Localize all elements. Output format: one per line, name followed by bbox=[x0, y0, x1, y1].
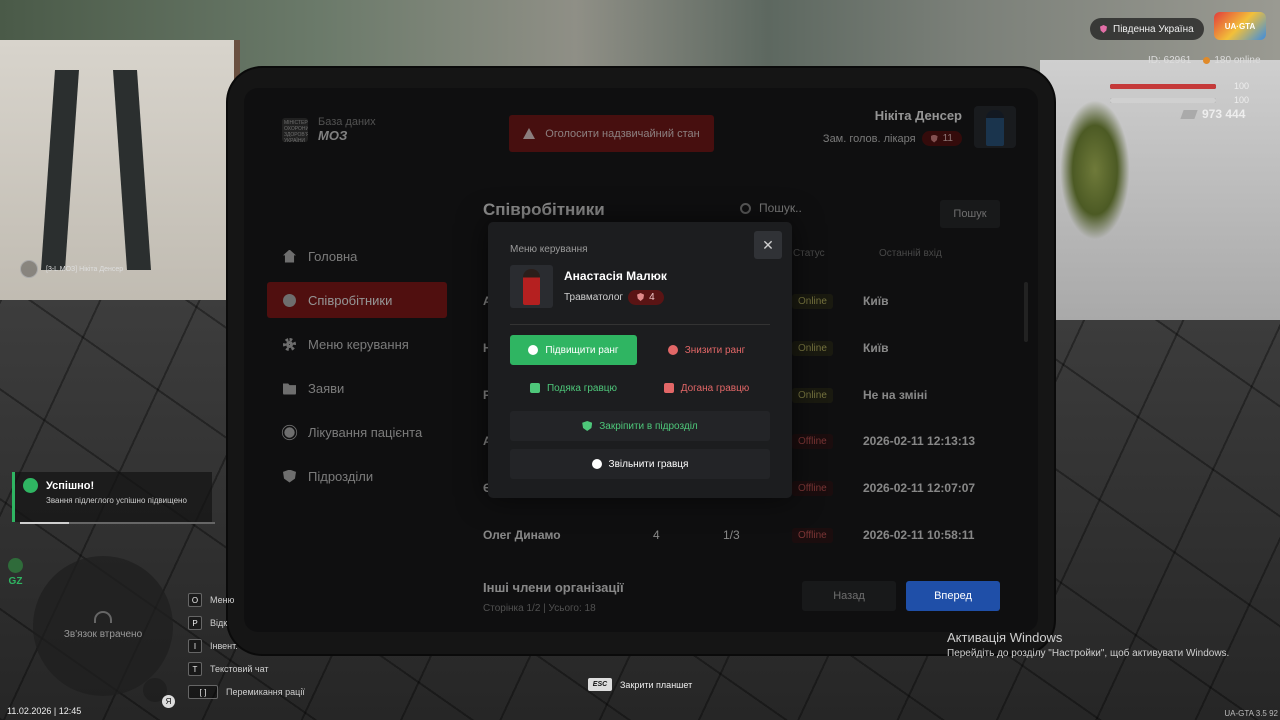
server-badge: Південна Україна bbox=[1090, 18, 1204, 40]
key-cap: P bbox=[188, 615, 202, 630]
thumbs-up-icon bbox=[529, 383, 540, 393]
key-cap: O bbox=[188, 592, 202, 607]
modal-title: Меню керування bbox=[510, 244, 588, 255]
employee-role-line: Травматолог 4 bbox=[564, 289, 667, 305]
no-signal-icon bbox=[94, 611, 112, 623]
health-bar bbox=[1110, 84, 1216, 89]
gz-indicator: GZ bbox=[8, 558, 23, 587]
key-label: Перемикання рації bbox=[226, 686, 305, 697]
promote-label: Підвищити ранг bbox=[545, 344, 619, 356]
notification: Успішно! Звання підлеглого успішно підви… bbox=[12, 472, 215, 524]
employee-rank: 4 bbox=[649, 291, 655, 303]
gz-icon bbox=[8, 558, 23, 573]
key-cap: [ ] bbox=[188, 684, 218, 699]
arrow-down-icon bbox=[667, 345, 678, 355]
online-count: 180 online bbox=[1203, 55, 1260, 66]
demote-button[interactable]: Знизити ранг bbox=[643, 335, 770, 365]
armor-bar bbox=[1110, 98, 1216, 103]
activation-text: Перейдіть до розділу "Настройки", щоб ак… bbox=[947, 648, 1230, 659]
date-time: 11.02.2026 | 12:45 bbox=[7, 706, 82, 716]
employee-avatar bbox=[510, 265, 553, 308]
check-icon bbox=[23, 478, 38, 493]
employee-card: Анастасія Малюк Травматолог 4 bbox=[510, 265, 770, 308]
employee-rank-badge: 4 bbox=[628, 289, 664, 305]
close-button[interactable]: ✕ bbox=[754, 231, 782, 259]
key-label: Текстовий чат bbox=[210, 663, 269, 674]
version-label: UA-GTA 3.5 92 bbox=[1224, 709, 1278, 718]
microphone-icon: Я bbox=[143, 678, 175, 708]
management-modal: Меню керування ✕ Анастасія Малюк Травмат… bbox=[488, 222, 792, 498]
player-tag-text: [3-L МОЗ] Нікіта Денсер bbox=[46, 265, 124, 273]
server-name: Південна Україна bbox=[1113, 23, 1194, 35]
demote-label: Знизити ранг bbox=[684, 344, 746, 356]
background-door bbox=[0, 40, 240, 340]
radar: Зв'язок втрачено bbox=[33, 556, 173, 696]
notification-progress bbox=[20, 522, 215, 524]
thanks-label: Подяка гравцю bbox=[546, 382, 618, 394]
player-nametag: [3-L МОЗ] Нікіта Денсер bbox=[20, 260, 123, 278]
arrow-up-icon bbox=[528, 345, 539, 355]
key-label: Відк bbox=[210, 617, 228, 628]
key-cap: I bbox=[188, 638, 202, 653]
armor-fill bbox=[1110, 98, 1216, 103]
health-value: 100 bbox=[1234, 81, 1250, 91]
keybind-row: [ ] Перемикання рації bbox=[188, 680, 305, 703]
armor-value: 100 bbox=[1234, 95, 1250, 105]
key-label: Інвент. bbox=[210, 640, 238, 651]
rebuke-label: Догана гравцю bbox=[680, 382, 750, 394]
keybind-row: I Інвент. bbox=[188, 634, 305, 657]
money: 973 444 bbox=[1182, 107, 1245, 121]
game-logo: UA·GTA bbox=[1214, 12, 1266, 40]
shield-icon bbox=[637, 293, 645, 301]
activation-title: Активація Windows bbox=[947, 630, 1063, 645]
key-label: Меню bbox=[210, 594, 235, 605]
notification-text: Звання підлеглого успішно підвищено bbox=[46, 496, 187, 505]
promote-button[interactable]: Підвищити ранг bbox=[510, 335, 637, 365]
health-fill bbox=[1110, 84, 1216, 89]
esc-label: Закрити планшет bbox=[620, 679, 693, 690]
radar-text: Зв'язок втрачено bbox=[63, 629, 143, 640]
windows-activation: Активація Windows Перейдіть до розділу "… bbox=[947, 630, 1229, 659]
fire-label: Звільнити гравця bbox=[608, 458, 689, 470]
notification-progress-fill bbox=[20, 522, 69, 524]
fire-button[interactable]: Звільнити гравця bbox=[510, 449, 770, 479]
esc-key: ESC bbox=[588, 678, 612, 691]
player-id: ID: 62961 bbox=[1148, 55, 1192, 66]
next-button[interactable]: Вперед bbox=[906, 581, 1000, 611]
close-icon: ✕ bbox=[762, 236, 774, 253]
assign-division-button[interactable]: Закріпити в підрозділ bbox=[510, 411, 770, 441]
thumbs-down-icon bbox=[663, 383, 674, 393]
assign-label: Закріпити в підрозділ bbox=[599, 420, 698, 432]
player-info: ID: 62961 180 online bbox=[1148, 55, 1261, 66]
mic-key-badge: Я bbox=[162, 695, 175, 708]
marker-icon bbox=[20, 260, 38, 278]
user-remove-icon bbox=[591, 459, 602, 469]
background-plant bbox=[1060, 100, 1130, 240]
divider bbox=[510, 324, 770, 325]
employee-name: Анастасія Малюк bbox=[564, 268, 667, 283]
action-grid: Підвищити ранг Знизити ранг Подяка гравц… bbox=[510, 335, 770, 479]
employee-role: Травматолог bbox=[564, 291, 624, 303]
gz-label: GZ bbox=[8, 576, 23, 587]
key-cap: T bbox=[188, 661, 202, 676]
thanks-button[interactable]: Подяка гравцю bbox=[510, 373, 637, 403]
shield-plus-icon bbox=[582, 421, 593, 431]
esc-hint: ESC Закрити планшет bbox=[588, 678, 692, 691]
rebuke-button[interactable]: Догана гравцю bbox=[643, 373, 770, 403]
shield-icon bbox=[1100, 25, 1107, 33]
keybind-row: T Текстовий чат bbox=[188, 657, 305, 680]
notification-title: Успішно! bbox=[46, 479, 95, 492]
